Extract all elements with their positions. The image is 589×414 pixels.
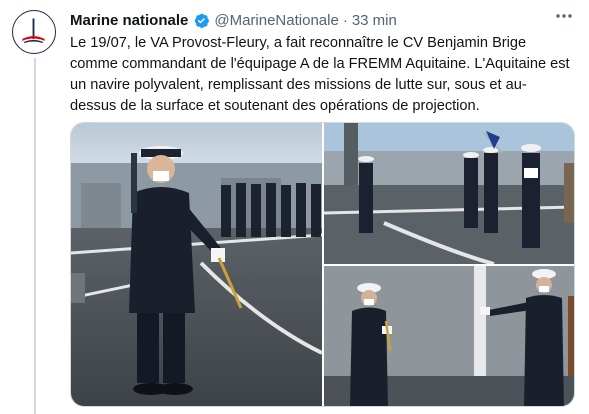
avatar[interactable] <box>12 10 56 54</box>
display-name[interactable]: Marine nationale <box>70 12 188 29</box>
tweet-header: Marine nationale @MarineNationale · 33 m… <box>70 10 569 30</box>
media-grid <box>70 122 575 407</box>
photo-crew-and-flag-on-deck[interactable] <box>324 123 574 264</box>
marine-nationale-logo <box>14 12 53 51</box>
tweet-text: Le 19/07, le VA Provost-Fleury, a fait r… <box>70 35 574 114</box>
timestamp[interactable]: 33 min <box>352 12 397 29</box>
verified-badge-icon <box>195 13 210 28</box>
more-options-icon[interactable] <box>553 8 575 24</box>
separator-dot: · <box>342 11 348 29</box>
handle[interactable]: @MarineNationale <box>214 12 338 29</box>
photo-two-officers-facing[interactable] <box>324 266 574 406</box>
thread-line <box>34 58 36 414</box>
photo-ceremony-deck-officer-saluting[interactable] <box>71 123 322 406</box>
